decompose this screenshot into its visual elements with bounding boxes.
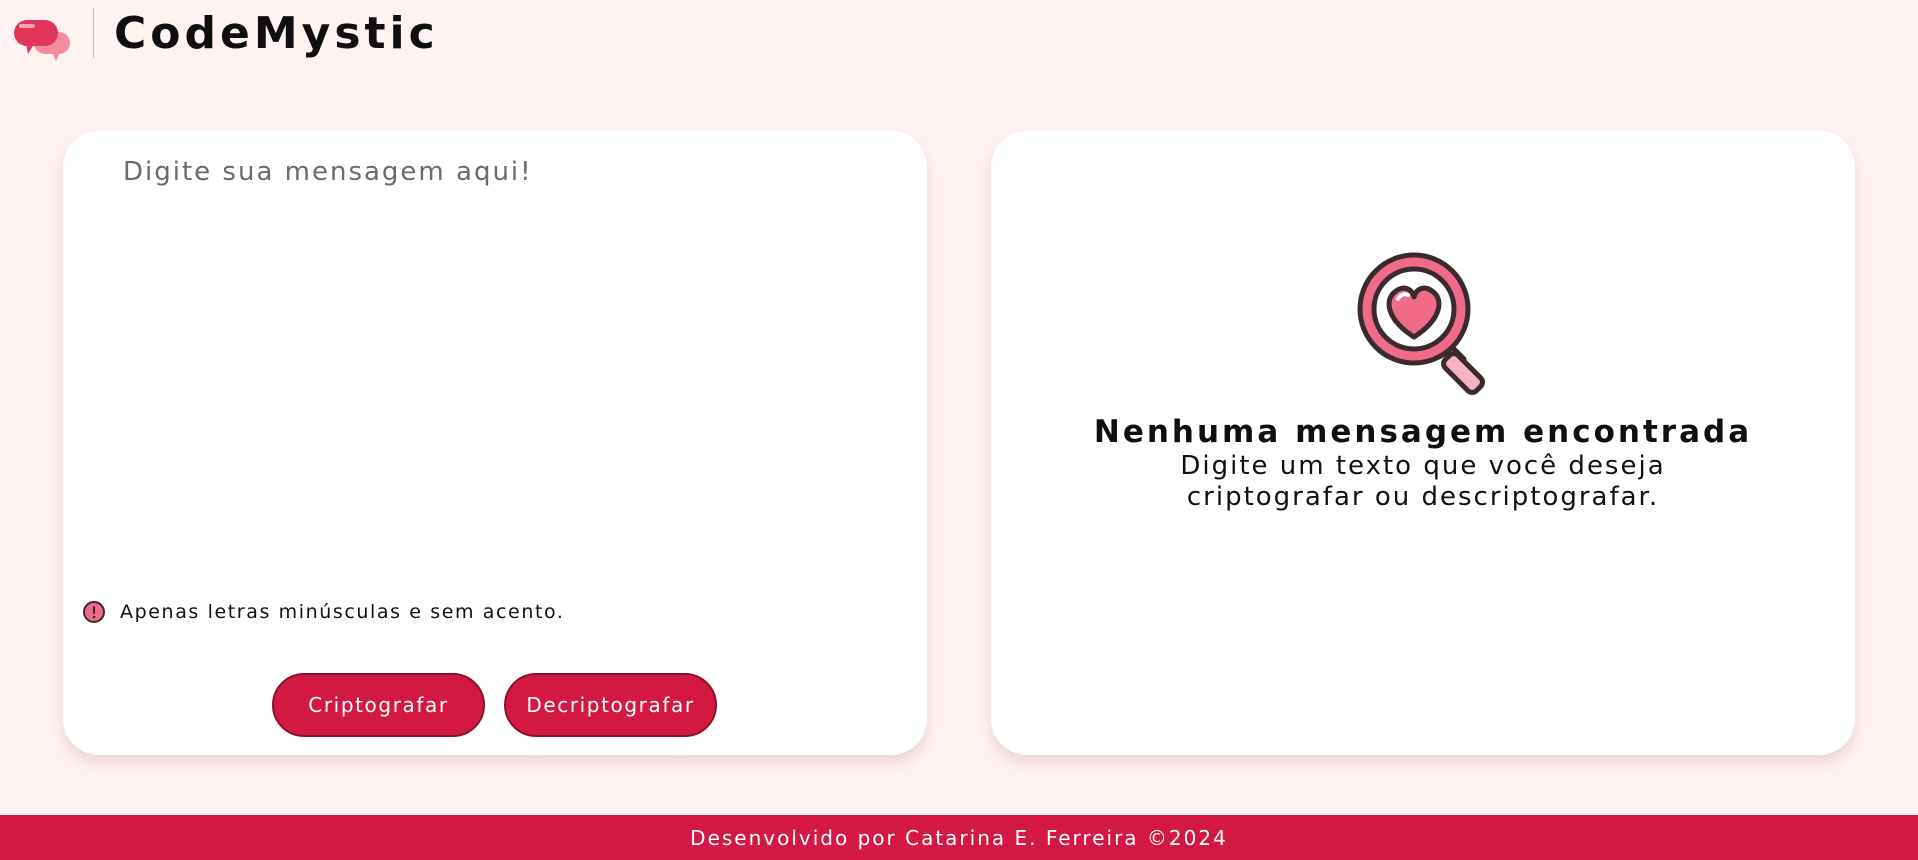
empty-state-description: Digite um texto que você deseja criptogr… <box>1180 451 1666 512</box>
magnifier-heart-icon <box>1357 252 1485 395</box>
exclamation-circle-icon <box>83 601 105 623</box>
message-input[interactable] <box>123 157 883 577</box>
input-hint: Apenas letras minúsculas e sem acento. <box>82 600 565 624</box>
app-title: CodeMystic <box>114 8 439 59</box>
output-panel: Nenhuma mensagem encontrada Digite um te… <box>991 131 1855 755</box>
footer-credit: Desenvolvido por Catarina E. Ferreira ©2… <box>690 825 1228 850</box>
empty-state-title: Nenhuma mensagem encontrada <box>1093 414 1753 450</box>
app-header: CodeMystic <box>0 0 1918 70</box>
encrypt-button[interactable]: Criptografar <box>272 673 485 737</box>
chat-bubbles-icon <box>14 20 70 61</box>
hint-text: Apenas letras minúsculas e sem acento. <box>120 601 565 623</box>
decrypt-button[interactable]: Decriptografar <box>504 673 717 737</box>
input-panel: Apenas letras minúsculas e sem acento. C… <box>63 131 927 755</box>
logo-divider <box>93 8 94 58</box>
footer: Desenvolvido por Catarina E. Ferreira ©2… <box>0 815 1918 860</box>
